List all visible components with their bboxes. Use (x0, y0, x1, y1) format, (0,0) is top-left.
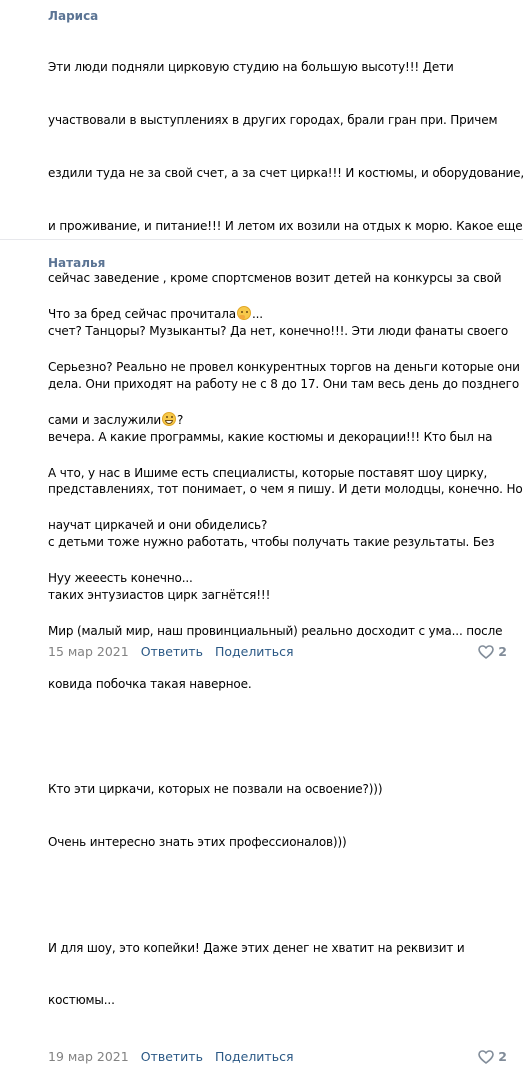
comment-text-line: Что за бред сейчас прочитала... (48, 306, 515, 324)
comment-text-line: Очень интересно знать этих профессионало… (48, 835, 347, 849)
comment-text-line: Мир (малый мир, наш провинциальный) реал… (48, 623, 503, 638)
comment-text-line: Нуу жееесть конечно... (48, 571, 193, 586)
comment-date[interactable]: 19 мар 2021 (48, 1049, 129, 1064)
comment-text-line: участвовали в выступлениях в других горо… (48, 112, 498, 127)
comment-text-line: ездили туда не за свой счет, а за счет ц… (48, 165, 523, 180)
comment-text-line: ковида побочка такая наверное. (48, 676, 252, 691)
comment-text-fragment: ? (177, 412, 184, 427)
heart-outline-icon (478, 1050, 495, 1064)
like-button[interactable]: 2 (478, 1047, 507, 1067)
grinning-face-icon (162, 411, 177, 426)
comment-text-line: сами и заслужили? (48, 411, 515, 430)
comment-text: Что за бред сейчас прочитала... Серьезно… (48, 271, 520, 1045)
comment-text-line: научат циркачей и они обиделись? (48, 518, 268, 533)
comment-meta: 19 мар 2021 Ответить Поделиться 2 (48, 1047, 515, 1067)
comments-list: Лариса Эти люди подняли цирковую студию … (0, 0, 523, 1067)
comment-text-line (48, 728, 515, 746)
comment-text-line: Кто эти циркачи, которых не позвали на о… (48, 782, 383, 797)
comment-text-line (48, 887, 515, 905)
comment-text-fragment: Что за бред сейчас прочитала (48, 307, 236, 322)
reply-button[interactable]: Ответить (141, 1049, 203, 1064)
comment-text-line: костюмы... (48, 993, 115, 1008)
comment-author[interactable]: Наталья (48, 256, 515, 271)
comment: Наталья Что за бред сейчас прочитала... … (0, 240, 523, 1067)
comment-text-line: И для шоу, это копейки! Даже этих денег … (48, 940, 465, 955)
like-count: 2 (498, 1049, 507, 1065)
comment-text-line: и проживание, и питание!!! И летом их во… (48, 218, 523, 233)
comment: Лариса Эти люди подняли цирковую студию … (0, 0, 523, 659)
comment-text-fragment: ... (251, 307, 263, 322)
comment-text-fragment: сами и заслужили (48, 412, 162, 427)
share-button[interactable]: Поделиться (215, 1049, 294, 1064)
comment-text-line: Серьезно? Реально не провел конкурентных… (48, 359, 520, 374)
comment-text-line: А что, у нас в Ишиме есть специалисты, к… (48, 465, 488, 480)
comment-text-line: Эти люди подняли цирковую студию на боль… (48, 60, 454, 75)
comment-author[interactable]: Лариса (48, 9, 515, 24)
thinking-face-icon (236, 306, 251, 321)
